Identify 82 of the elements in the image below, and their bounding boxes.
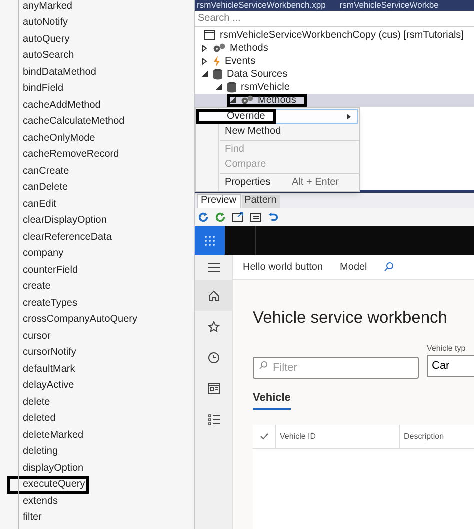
method-item[interactable]: extends [7,494,58,509]
method-item[interactable]: canCreate [7,164,70,179]
refresh-icon[interactable] [198,212,209,223]
grid-icon [205,236,215,246]
cylinder-icon [213,68,223,80]
method-item[interactable]: autoSearch [7,48,74,64]
check-icon[interactable] [260,433,268,440]
hamburger-menu-icon [208,263,220,272]
nav-button[interactable] [195,280,233,312]
menu-item[interactable]: Properties Alt + Enter [196,175,359,190]
method-item[interactable]: cursorNotify [7,345,76,360]
method-item[interactable]: cacheRemoveRecord [7,147,120,162]
menu-item[interactable]: New Method [196,124,359,139]
method-item[interactable]: filter [7,510,42,526]
method-item[interactable]: clearDisplayOption [7,213,107,228]
undo-icon[interactable] [268,212,279,223]
method-item[interactable]: counterField [7,262,78,278]
app-launcher-button[interactable] [195,226,225,256]
tree-root[interactable]: rsmVehicleServiceWorkbenchCopy (cus) [rsmTutorials] [220,28,464,43]
expanded-icon[interactable] [202,71,209,78]
home-icon [208,290,220,302]
method-item[interactable]: deleted [7,411,56,426]
search-icon[interactable] [384,262,394,272]
vehicle-type-field[interactable]: Car [427,355,474,377]
expanded-icon[interactable] [216,84,223,90]
method-item[interactable]: deleting [7,444,58,460]
page-title: Vehicle service workbench [253,308,448,330]
method-item[interactable]: company [7,246,64,262]
collapsed-icon[interactable] [202,44,209,52]
method-item[interactable]: bindDataMethod [7,64,96,80]
method-item[interactable]: defaultMark [7,362,76,377]
method-item[interactable]: deleteMarked [7,428,84,443]
list-icon [208,414,220,426]
method-item[interactable]: canDelete [7,180,68,196]
star-icon [208,320,220,333]
action-button[interactable]: Model [340,260,368,275]
method-item[interactable]: delayActive [7,378,74,394]
collapsed-icon[interactable] [202,58,209,65]
filter-field[interactable]: Filter [253,357,419,379]
refresh-icon[interactable] [215,212,226,223]
method-item[interactable]: crossCompanyAutoQuery [7,312,138,328]
tree-item[interactable]: rsmVehicle [241,80,290,95]
editor-tab[interactable]: rsmVehicleServiceWorkbe [340,0,439,10]
window-icon[interactable] [232,212,244,223]
card-icon [208,383,220,394]
column-header[interactable]: Vehicle ID [280,430,316,442]
gears-icon [213,43,226,54]
pane-tab[interactable]: Pattern [242,194,280,208]
method-item[interactable]: createTypes [7,296,78,311]
method-item[interactable]: cacheOnlyMode [7,130,96,146]
tree-item[interactable]: Methods [230,40,268,56]
method-item[interactable]: canEdit [7,196,56,212]
content-tab[interactable]: Vehicle [253,388,291,410]
clock-icon [208,352,220,364]
gears-icon [241,95,254,106]
method-item[interactable]: create [7,279,51,294]
method-item[interactable]: anyMarked [7,0,72,14]
window-icon [204,30,215,40]
action-button[interactable]: Hello world button [243,260,324,275]
method-item[interactable]: cursor [7,328,51,344]
editor-tab[interactable]: rsmVehicleServiceWorkbench.xpp [197,0,326,10]
cylinder-icon [227,82,237,93]
tree-item[interactable]: Data Sources [227,66,288,82]
method-item[interactable]: executeQuery [7,476,89,494]
lightning-icon [213,56,221,67]
method-item[interactable]: bindField [7,81,64,96]
method-item[interactable]: cacheCalculateMethod [7,114,125,130]
pane-tab[interactable]: Preview [197,194,241,208]
tree-item[interactable]: Methods [258,92,296,108]
search-icon [259,361,268,370]
method-item[interactable]: displayOption [7,460,84,476]
method-item[interactable]: cacheAddMethod [7,98,101,113]
window-icon[interactable] [250,212,262,223]
expanded-icon[interactable] [230,97,237,104]
method-item[interactable]: clearReferenceData [7,230,112,245]
tree-item[interactable]: Events [225,54,256,69]
method-item[interactable]: autoNotify [7,15,68,30]
method-item[interactable]: autoQuery [7,32,70,47]
column-header[interactable]: Description [404,430,444,442]
field-label: Vehicle typ [427,343,467,355]
method-item[interactable]: delete [7,394,50,410]
menu-item[interactable]: Override [197,109,358,124]
